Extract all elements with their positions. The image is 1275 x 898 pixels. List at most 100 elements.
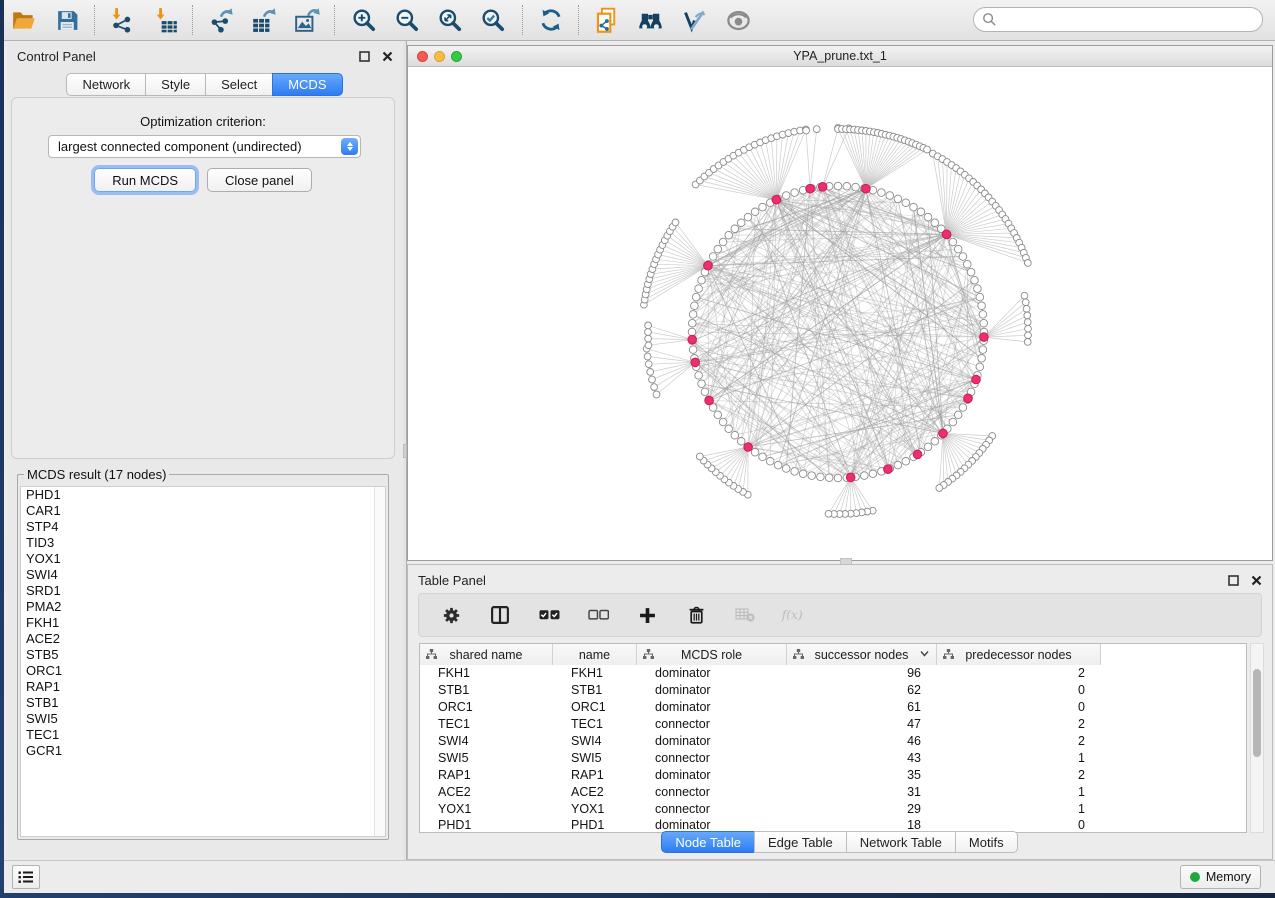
export-table-button[interactable] (246, 3, 282, 37)
export-image-button[interactable] (289, 3, 325, 37)
column-header-successor-nodes[interactable]: successor nodes (787, 644, 937, 665)
network-node[interactable] (782, 465, 790, 473)
show-columns-button[interactable] (487, 602, 513, 628)
mcds-result-item[interactable]: FKH1 (21, 615, 385, 631)
mcds-result-item[interactable]: SRD1 (21, 583, 385, 599)
network-canvas[interactable] (408, 67, 1272, 560)
network-node[interactable] (917, 208, 925, 216)
network-node[interactable] (698, 380, 706, 388)
leaf-node[interactable] (813, 126, 820, 133)
network-node[interactable] (751, 448, 759, 456)
network-node[interactable] (843, 183, 851, 191)
leaf-node[interactable] (651, 384, 658, 391)
leaf-node[interactable] (1025, 325, 1032, 332)
network-node[interactable] (799, 470, 807, 478)
tab-network-table[interactable]: Network Table (846, 831, 956, 853)
network-node[interactable] (964, 260, 972, 268)
leaf-node[interactable] (696, 453, 703, 460)
network-node[interactable] (894, 461, 902, 469)
column-header-predecessor-nodes[interactable]: predecessor nodes (937, 644, 1101, 665)
network-node[interactable] (688, 328, 696, 336)
network-node[interactable] (817, 473, 825, 481)
network-node[interactable] (834, 182, 842, 190)
close-panel-icon[interactable] (380, 49, 395, 64)
table-row[interactable]: FKH1FKH1dominator962 (420, 665, 1246, 682)
network-node[interactable] (954, 245, 962, 253)
mcds-hub-node[interactable] (846, 473, 855, 482)
network-node[interactable] (834, 474, 842, 482)
delete-column-button[interactable] (683, 602, 709, 628)
network-node[interactable] (979, 311, 987, 319)
mcds-result-item[interactable]: SWI5 (21, 711, 385, 727)
mcds-result-item[interactable]: ACE2 (21, 631, 385, 647)
network-node[interactable] (954, 411, 962, 419)
leaf-node[interactable] (1024, 260, 1031, 267)
column-header-MCDS-role[interactable]: MCDS role (637, 644, 787, 665)
leaf-node[interactable] (645, 342, 652, 349)
network-node[interactable] (725, 231, 733, 239)
network-node[interactable] (878, 189, 886, 197)
network-node[interactable] (692, 293, 700, 301)
leaf-node[interactable] (825, 510, 832, 517)
network-node[interactable] (861, 472, 869, 480)
network-node[interactable] (979, 346, 987, 354)
leaf-node[interactable] (653, 391, 660, 398)
run-mcds-button[interactable]: Run MCDS (94, 168, 196, 192)
network-node[interactable] (714, 411, 722, 419)
network-node[interactable] (689, 319, 697, 327)
network-node[interactable] (931, 219, 939, 227)
network-node[interactable] (698, 276, 706, 284)
zoom-in-button[interactable] (346, 3, 382, 37)
float-panel-icon[interactable] (357, 49, 372, 64)
network-node[interactable] (959, 404, 967, 412)
mcds-result-item[interactable]: YOX1 (21, 551, 385, 567)
network-node[interactable] (971, 276, 979, 284)
close-panel-button[interactable]: Close panel (207, 168, 312, 192)
zoom-selected-button[interactable] (475, 3, 511, 37)
optimization-criterion-select[interactable]: largest connected component (undirected) (48, 135, 361, 158)
mcds-hub-node[interactable] (772, 195, 781, 204)
leaf-node[interactable] (647, 369, 654, 376)
network-node[interactable] (910, 203, 918, 211)
mcds-result-item[interactable]: CAR1 (21, 503, 385, 519)
mcds-result-item[interactable]: PHD1 (21, 487, 385, 503)
network-node[interactable] (774, 461, 782, 469)
leaf-node[interactable] (1021, 292, 1028, 299)
mcds-hub-node[interactable] (980, 333, 989, 342)
table-row[interactable]: YOX1YOX1connector291 (420, 800, 1246, 817)
network-node[interactable] (737, 219, 745, 227)
result-list-scrollbar[interactable] (374, 487, 385, 836)
mcds-result-item[interactable]: SWI4 (21, 567, 385, 583)
leaf-node[interactable] (645, 322, 652, 329)
mcds-hub-node[interactable] (806, 184, 815, 193)
network-node[interactable] (719, 238, 727, 246)
network-node[interactable] (978, 355, 986, 363)
network-node[interactable] (731, 431, 739, 439)
leaf-node[interactable] (645, 329, 652, 336)
network-node[interactable] (725, 425, 733, 433)
network-node[interactable] (691, 302, 699, 310)
mcds-result-item[interactable]: ORC1 (21, 663, 385, 679)
network-node[interactable] (701, 388, 709, 396)
first-neighbors-button[interactable] (632, 3, 668, 37)
table-row[interactable]: STB1STB1dominator620 (420, 682, 1246, 699)
network-node[interactable] (689, 346, 697, 354)
leaf-node[interactable] (936, 485, 943, 492)
mcds-hub-node[interactable] (939, 429, 948, 438)
clone-network-button[interactable] (589, 3, 625, 37)
leaf-node[interactable] (649, 376, 656, 383)
leaf-node[interactable] (645, 361, 652, 368)
table-row[interactable]: TEC1TEC1connector472 (420, 716, 1246, 733)
search-input[interactable] (1002, 12, 1254, 27)
mcds-hub-node[interactable] (744, 443, 753, 452)
network-node[interactable] (902, 458, 910, 466)
network-node[interactable] (869, 470, 877, 478)
mcds-hub-node[interactable] (691, 358, 700, 367)
tab-select[interactable]: Select (205, 73, 273, 96)
table-scrollbar[interactable] (1250, 643, 1264, 833)
network-node[interactable] (959, 253, 967, 261)
mcds-hub-node[interactable] (942, 230, 951, 239)
network-node[interactable] (782, 192, 790, 200)
tab-network[interactable]: Network (66, 73, 146, 96)
column-header-name[interactable]: name (553, 644, 637, 665)
